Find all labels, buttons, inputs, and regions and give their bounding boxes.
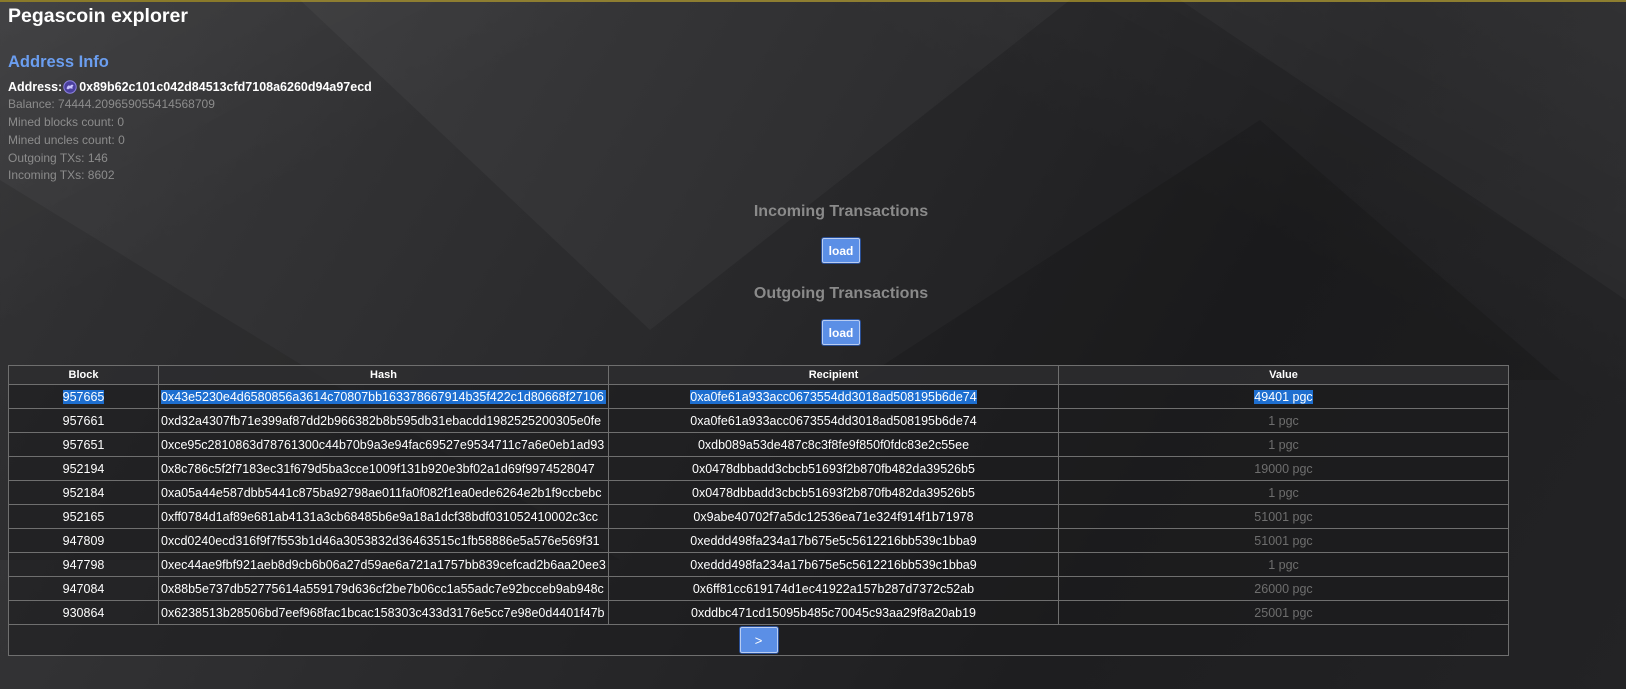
tx-value: 51001 pgc: [1058, 528, 1509, 553]
table-row: 947809 0xcd0240ecd316f9f7f553b1d46a30538…: [8, 528, 1509, 553]
address-value[interactable]: 0x89b62c101c042d84513cfd7108a6260d94a97e…: [79, 80, 372, 94]
tx-hash[interactable]: 0xd32a4307fb71e399af87dd2b966382b8b595db…: [158, 408, 609, 433]
next-page-button[interactable]: >: [739, 627, 778, 653]
table-row: 957665 0x43e5230e4d6580856a3614c70807bb1…: [8, 384, 1509, 409]
block-number[interactable]: 957665: [62, 389, 105, 404]
incoming-txs-text: Incoming TXs: 8602: [8, 168, 115, 182]
recipient-address[interactable]: 0x9abe40702f7a5dc12536ea71e324f914f1b719…: [608, 504, 1059, 529]
table-row: 957661 0xd32a4307fb71e399af87dd2b966382b…: [8, 408, 1509, 433]
recipient-address[interactable]: 0xeddd498fa234a17b675e5c5612216bb539c1bb…: [608, 528, 1059, 553]
tx-hash[interactable]: 0x6238513b28506bd7eef968fac1bcac158303c4…: [158, 600, 609, 625]
tx-hash[interactable]: 0xa05a44e587dbb5441c875ba92798ae011fa0f0…: [158, 480, 609, 505]
mined-uncles-text: Mined uncles count: 0: [8, 133, 125, 147]
recipient-cell[interactable]: 0xa0fe61a933acc0673554dd3018ad508195b6de…: [608, 384, 1059, 409]
hash-cell[interactable]: 0x43e5230e4d6580856a3614c70807bb16337866…: [158, 384, 609, 409]
tx-value: 51001 pgc: [1058, 504, 1509, 529]
block-number[interactable]: 952194: [8, 456, 159, 481]
block-number[interactable]: 957651: [8, 432, 159, 457]
tx-hash[interactable]: 0xce95c2810863d78761300c44b70b9a3e94fac6…: [158, 432, 609, 457]
column-header-value: Value: [1058, 365, 1509, 385]
top-border: [0, 0, 1626, 2]
incoming-transactions-heading: Incoming Transactions: [753, 203, 929, 220]
background-shape: [860, 120, 1560, 380]
load-incoming-button[interactable]: load: [822, 238, 860, 263]
column-header-hash: Hash: [158, 365, 609, 385]
table-row: 957651 0xce95c2810863d78761300c44b70b9a3…: [8, 432, 1509, 457]
recipient-address[interactable]: 0x0478dbbadd3cbcb51693f2b870fb482da39526…: [608, 456, 1059, 481]
tx-hash[interactable]: 0xff0784d1af89e681ab4131a3cb68485b6e9a18…: [158, 504, 609, 529]
address-label: Address:: [8, 80, 63, 94]
pagination-cell: >: [8, 624, 1509, 656]
block-number[interactable]: 947798: [8, 552, 159, 577]
tx-value: 26000 pgc: [1058, 576, 1509, 601]
address-info-heading: Address Info: [8, 53, 109, 71]
table-row: 947084 0x88b5e737db52775614a559179d636cf…: [8, 576, 1509, 601]
recipient-address[interactable]: 0x6ff81cc619174d1ec41922a157b287d7372c52…: [608, 576, 1059, 601]
block-number[interactable]: 930864: [8, 600, 159, 625]
tx-hash[interactable]: 0x88b5e737db52775614a559179d636cf2be7b06…: [158, 576, 609, 601]
pegascoin-logo-icon: [63, 80, 77, 94]
recipient-address[interactable]: 0xeddd498fa234a17b675e5c5612216bb539c1bb…: [608, 552, 1059, 577]
recipient-address[interactable]: 0xa0fe61a933acc0673554dd3018ad508195b6de…: [690, 389, 977, 404]
pagination-row: >: [8, 624, 1509, 656]
mined-blocks-text: Mined blocks count: 0: [8, 115, 125, 129]
tx-hash[interactable]: 0x8c786c5f2f7183ec31f679d5ba3cce1009f131…: [158, 456, 609, 481]
column-header-block: Block: [8, 365, 159, 385]
tx-value: 25001 pgc: [1058, 600, 1509, 625]
tx-value: 1 pgc: [1058, 432, 1509, 457]
tx-hash[interactable]: 0xcd0240ecd316f9f7f553b1d46a3053832d3646…: [158, 528, 609, 553]
recipient-address[interactable]: 0xdb089a53de487c8c3f8fe9f850f0fdc83e2c55…: [608, 432, 1059, 457]
table-row: 952165 0xff0784d1af89e681ab4131a3cb68485…: [8, 504, 1509, 529]
block-number[interactable]: 947809: [8, 528, 159, 553]
recipient-address[interactable]: 0xddbc471cd15095b485c70045c93aa29f8a20ab…: [608, 600, 1059, 625]
outgoing-txs-text: Outgoing TXs: 146: [8, 151, 108, 165]
tx-hash[interactable]: 0xec44ae9fbf921aeb8d9cb6b06a27d59ae6a721…: [158, 552, 609, 577]
address-line: Address: 0x89b62c101c042d84513cfd7108a62…: [8, 80, 372, 94]
transactions-table: Block Hash Recipient Value 957665 0x43e5…: [8, 365, 1509, 656]
table-header-row: Block Hash Recipient Value: [8, 365, 1509, 385]
block-number[interactable]: 952165: [8, 504, 159, 529]
background-shape: [300, 0, 1070, 330]
recipient-address[interactable]: 0x0478dbbadd3cbcb51693f2b870fb482da39526…: [608, 480, 1059, 505]
tx-value: 19000 pgc: [1058, 456, 1509, 481]
background-shape: [1180, 0, 1626, 300]
tx-value: 1 pgc: [1058, 480, 1509, 505]
app-title: Pegascoin explorer: [8, 5, 188, 27]
value-cell: 49401 pgc: [1058, 384, 1509, 409]
recipient-address[interactable]: 0xa0fe61a933acc0673554dd3018ad508195b6de…: [608, 408, 1059, 433]
column-header-recipient: Recipient: [608, 365, 1059, 385]
table-row: 930864 0x6238513b28506bd7eef968fac1bcac1…: [8, 600, 1509, 625]
table-row: 947798 0xec44ae9fbf921aeb8d9cb6b06a27d59…: [8, 552, 1509, 577]
tx-value: 1 pgc: [1058, 552, 1509, 577]
block-cell[interactable]: 957665: [8, 384, 159, 409]
outgoing-transactions-heading: Outgoing Transactions: [753, 285, 929, 302]
tx-hash[interactable]: 0x43e5230e4d6580856a3614c70807bb16337866…: [161, 389, 606, 404]
block-number[interactable]: 957661: [8, 408, 159, 433]
table-row: 952184 0xa05a44e587dbb5441c875ba92798ae0…: [8, 480, 1509, 505]
block-number[interactable]: 952184: [8, 480, 159, 505]
tx-value: 49401 pgc: [1254, 389, 1313, 404]
balance-text: Balance: 74444.209659055414568709: [8, 97, 215, 111]
tx-value: 1 pgc: [1058, 408, 1509, 433]
table-row: 952194 0x8c786c5f2f7183ec31f679d5ba3cce1…: [8, 456, 1509, 481]
block-number[interactable]: 947084: [8, 576, 159, 601]
load-outgoing-button[interactable]: load: [822, 320, 860, 345]
